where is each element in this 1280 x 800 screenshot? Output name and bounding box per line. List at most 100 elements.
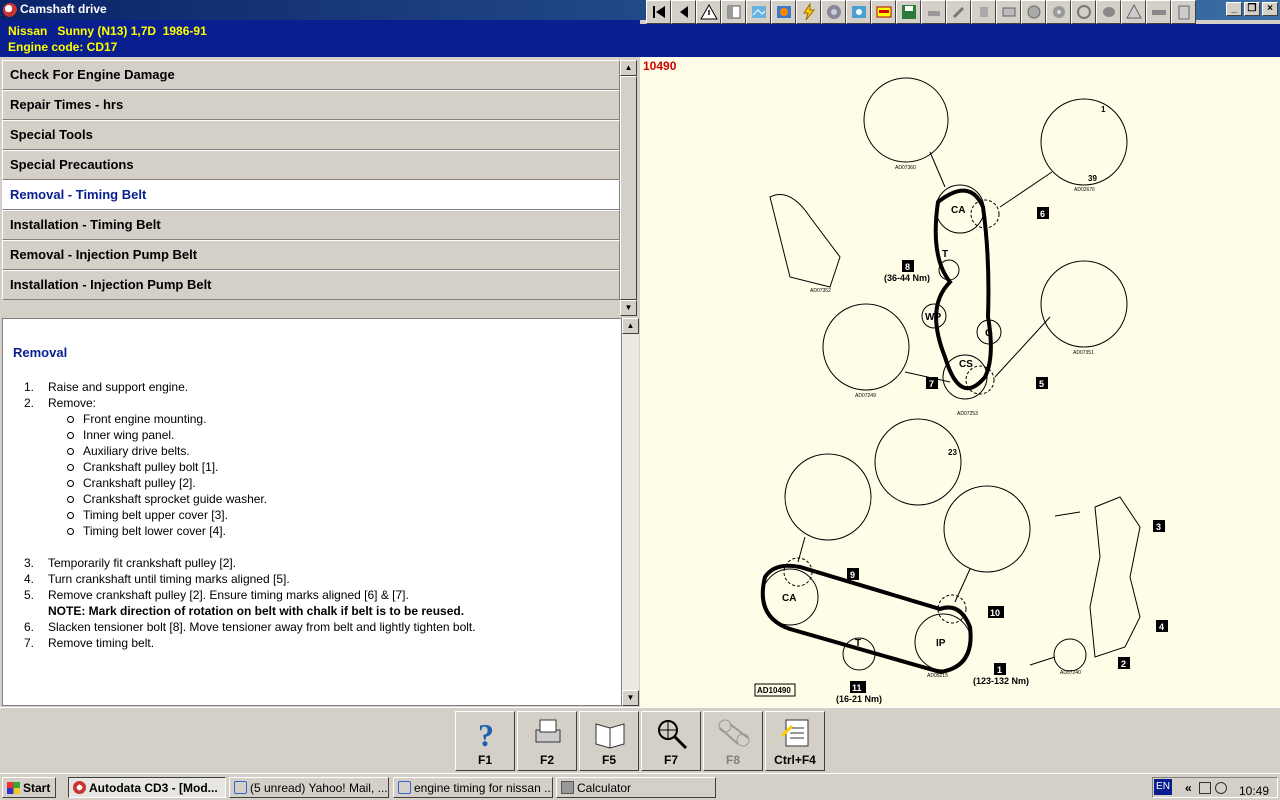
torque-8: (36-44 Nm) [884, 273, 930, 283]
tool-11-button[interactable] [1171, 0, 1196, 24]
electrical-button[interactable] [796, 0, 821, 24]
tool-7-button[interactable] [1071, 0, 1096, 24]
step-text: Remove timing belt. [48, 636, 155, 650]
book-button[interactable]: F5 [579, 711, 639, 771]
tool-6-button[interactable] [1046, 0, 1071, 24]
bullet-icon [67, 480, 74, 487]
help-icon: ? [478, 717, 494, 750]
task-autodata[interactable]: Autodata CD3 - [Mod... [68, 777, 226, 798]
map-button[interactable] [746, 0, 771, 24]
text-scrollbar[interactable]: ▲ ▼ [622, 318, 639, 706]
minimize-button[interactable]: _ [1226, 2, 1242, 16]
belt-button[interactable]: F8 [703, 711, 763, 771]
callout-9: 9 [850, 570, 855, 580]
help-button[interactable]: ? F1 [455, 711, 515, 771]
task-yahoo-mail[interactable]: (5 unread) Yahoo! Mail, ... [229, 777, 389, 798]
gear-icon [1052, 6, 1065, 18]
back-button[interactable] [671, 0, 696, 24]
menu-item-installation-timing-belt[interactable]: Installation - Timing Belt [2, 210, 620, 240]
diagnostics-button[interactable] [871, 0, 896, 24]
taskbar: Start Autodata CD3 - [Mod... (5 unread) … [0, 773, 1280, 800]
step-text: Slacken tensioner bolt [8]. Move tension… [48, 620, 476, 634]
section-title: Removal [13, 345, 68, 360]
zoom-button[interactable]: F7 [641, 711, 701, 771]
wheel-button[interactable] [821, 0, 846, 24]
warning-icon [699, 3, 718, 20]
brake-icon [1027, 5, 1040, 19]
print-button[interactable]: F2 [517, 711, 577, 771]
magnifier-icon [658, 720, 688, 750]
scroll-thumb[interactable] [620, 76, 637, 300]
tool-5-button[interactable] [1021, 0, 1046, 24]
clock: 10:49 [1238, 784, 1269, 798]
main-toolbar [646, 0, 1196, 24]
menu-item-special-precautions[interactable]: Special Precautions [2, 150, 620, 180]
tool-8-button[interactable] [1096, 0, 1121, 24]
warning-button[interactable] [696, 0, 721, 24]
task-calculator[interactable]: Calculator [556, 777, 716, 798]
tool-2-button[interactable] [946, 0, 971, 24]
timing-cover [1089, 496, 1141, 658]
menu-item-repair-times[interactable]: Repair Times - hrs [2, 90, 620, 120]
skip-back-icon [652, 6, 665, 18]
start-button[interactable]: Start [2, 777, 56, 798]
engine-icon [776, 6, 791, 18]
task-engine-timing[interactable]: engine timing for nissan ... [393, 777, 553, 798]
close-button[interactable]: × [1262, 2, 1278, 16]
document-button[interactable] [721, 0, 746, 24]
header-band [640, 24, 1280, 57]
menu-scrollbar[interactable]: ▲ ▼ [620, 60, 637, 316]
tool-icon [927, 11, 940, 16]
menu-item-removal-timing-belt[interactable]: Removal - Timing Belt [2, 180, 620, 210]
remove-item: Crankshaft pulley [2]. [83, 476, 196, 490]
bullet-icon [67, 432, 74, 439]
tool-9-button[interactable] [1121, 0, 1146, 24]
step-text: Temporarily fit crankshaft pulley [2]. [48, 556, 237, 570]
menu-item-removal-pump-belt[interactable]: Removal - Injection Pump Belt [2, 240, 620, 270]
engine-button[interactable] [771, 0, 796, 24]
callout-1: 1 [997, 665, 1002, 675]
step-number: 4. [23, 572, 34, 586]
first-page-button[interactable] [646, 0, 671, 24]
scroll-down-button[interactable]: ▼ [622, 690, 639, 706]
detail-circle [943, 485, 1031, 573]
detail-circle [874, 418, 962, 506]
scroll-up-button[interactable]: ▲ [620, 60, 637, 76]
wheel-icon [826, 5, 841, 19]
step-number: 6. [23, 620, 34, 634]
component-icon [979, 7, 988, 17]
service-button[interactable] [846, 0, 871, 24]
scroll-down-button[interactable]: ▼ [620, 300, 637, 316]
menu-item-check-damage[interactable]: Check For Engine Damage [2, 60, 620, 90]
tool-4-button[interactable] [996, 0, 1021, 24]
bullet-icon [67, 416, 74, 423]
ie-icon [398, 781, 411, 794]
calculator-icon [561, 781, 574, 794]
tool-10-button[interactable] [1146, 0, 1171, 24]
callout-4: 4 [1159, 622, 1164, 632]
scroll-up-button[interactable]: ▲ [622, 318, 639, 334]
diagnostics-icon [876, 6, 891, 18]
volume-icon[interactable] [1215, 782, 1227, 794]
save-button[interactable] [896, 0, 921, 24]
callout-11: 11 [852, 683, 862, 693]
service-icon [851, 6, 866, 18]
remove-item: Crankshaft sprocket guide washer. [83, 492, 268, 506]
network-icon[interactable] [1199, 782, 1211, 794]
tool-3-button[interactable] [971, 0, 996, 24]
tray-expand-button[interactable]: « [1185, 781, 1192, 795]
restore-button[interactable]: ❐ [1244, 2, 1260, 16]
ref-ad05215: AD05215 [927, 673, 948, 679]
system-tray: « 10:49 [1152, 777, 1278, 798]
step-text: Raise and support engine. [48, 380, 189, 394]
diagram-svg: CA WP G CS T CA IP T (36-44 Nm) (16-21 N… [754, 77, 1168, 704]
menu-item-special-tools[interactable]: Special Tools [2, 120, 620, 150]
menu-item-installation-pump-belt[interactable]: Installation - Injection Pump Belt [2, 270, 620, 300]
pump-belt [760, 563, 973, 675]
label-ip: IP [936, 638, 946, 649]
tool-1-button[interactable] [921, 0, 946, 24]
label-ca: CA [951, 205, 965, 216]
bullet-icon [67, 496, 74, 503]
book-icon [595, 723, 625, 749]
notes-button[interactable]: Ctrl+F4 [765, 711, 825, 771]
